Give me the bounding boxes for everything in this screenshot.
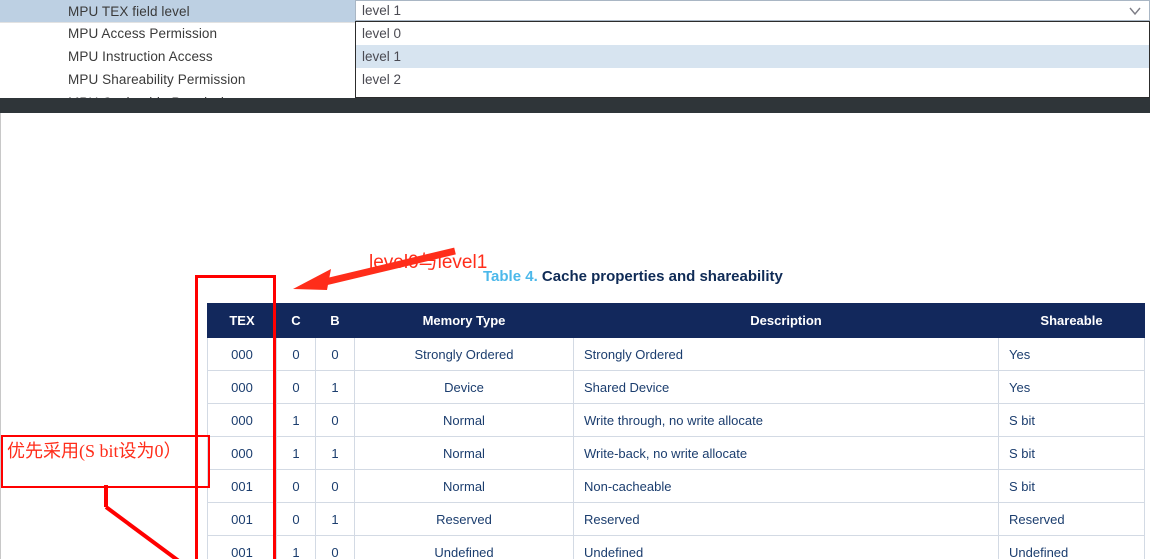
mpu-config-panel: MPU TEX field level MPU Access Permissio… xyxy=(0,0,1150,98)
cell-shareable: S bit xyxy=(998,469,1145,503)
cell-description: Write-back, no write allocate xyxy=(573,436,999,470)
cell-tex: 000 xyxy=(207,370,277,404)
cell-description: Undefined xyxy=(573,535,999,559)
cell-description: Reserved xyxy=(573,502,999,536)
column-header-shareable: Shareable xyxy=(998,303,1145,338)
cell-tex: 001 xyxy=(207,502,277,536)
table-header-row: TEX C B Memory Type Description Shareabl… xyxy=(207,303,1145,338)
cell-tex: 001 xyxy=(207,469,277,503)
cell-tex: 001 xyxy=(207,535,277,559)
cell-description: Shared Device xyxy=(573,370,999,404)
cell-shareable: S bit xyxy=(998,436,1145,470)
cell-c: 1 xyxy=(276,403,316,437)
annotation-left-note-box: 优先采用(S bit设为0） xyxy=(1,435,210,488)
cell-memory-type: Device xyxy=(354,370,574,404)
cell-memory-type: Undefined xyxy=(354,535,574,559)
cell-memory-type: Normal xyxy=(354,436,574,470)
cell-memory-type: Strongly Ordered xyxy=(354,337,574,371)
window-separator-bar xyxy=(0,98,1150,113)
mpu-tex-field-level-dropdown[interactable]: level 0 level 1 level 2 xyxy=(355,21,1150,98)
annotation-arrow-left-icon xyxy=(104,485,180,559)
cell-c: 0 xyxy=(276,502,316,536)
cell-shareable: Yes xyxy=(998,337,1145,371)
dropdown-option-level-2[interactable]: level 2 xyxy=(356,68,1149,91)
column-header-b: B xyxy=(315,303,355,338)
cell-memory-type: Normal xyxy=(354,403,574,437)
table-row: 000 1 0 Normal Write through, no write a… xyxy=(207,403,1145,437)
column-header-memory-type: Memory Type xyxy=(354,303,574,338)
cache-properties-table: TEX C B Memory Type Description Shareabl… xyxy=(207,303,1145,559)
column-header-c: C xyxy=(276,303,316,338)
caption-number: Table 4. xyxy=(483,268,538,285)
column-header-description: Description xyxy=(573,303,999,338)
dropdown-option-level-1[interactable]: level 1 xyxy=(356,45,1149,68)
cell-c: 1 xyxy=(276,436,316,470)
cell-memory-type: Normal xyxy=(354,469,574,503)
document-view: Table 4. Cache properties and shareabili… xyxy=(0,113,1150,559)
cell-b: 1 xyxy=(315,502,355,536)
table-row: 001 1 0 Undefined Undefined Undefined xyxy=(207,535,1145,559)
cell-c: 1 xyxy=(276,535,316,559)
table-row: 001 0 1 Reserved Reserved Reserved xyxy=(207,502,1145,536)
config-label: MPU Shareability Permission xyxy=(68,71,246,87)
annotation-left-note: 优先采用(S bit设为0） xyxy=(7,441,182,461)
annotation-top-note: level0与level1 xyxy=(369,252,488,273)
cell-b: 0 xyxy=(315,337,355,371)
table-caption: Table 4. Cache properties and shareabili… xyxy=(483,268,783,285)
cell-c: 0 xyxy=(276,469,316,503)
cell-shareable: S bit xyxy=(998,403,1145,437)
chevron-down-icon[interactable] xyxy=(1129,6,1141,16)
cell-shareable: Undefined xyxy=(998,535,1145,559)
cell-description: Write through, no write allocate xyxy=(573,403,999,437)
config-label: MPU Instruction Access xyxy=(68,48,213,64)
cell-b: 0 xyxy=(315,535,355,559)
cell-tex: 000 xyxy=(207,436,277,470)
table-row: 001 0 0 Normal Non-cacheable S bit xyxy=(207,469,1145,503)
cell-memory-type: Reserved xyxy=(354,502,574,536)
combobox-value: level 1 xyxy=(362,3,402,18)
cell-b: 1 xyxy=(315,370,355,404)
cell-b: 0 xyxy=(315,469,355,503)
cell-c: 0 xyxy=(276,337,316,371)
cell-c: 0 xyxy=(276,370,316,404)
cell-b: 0 xyxy=(315,403,355,437)
cell-tex: 000 xyxy=(207,403,277,437)
config-label: MPU TEX field level xyxy=(68,3,190,19)
config-label: MPU Access Permission xyxy=(68,25,218,41)
cell-tex: 000 xyxy=(207,337,277,371)
caption-title: Cache properties and shareability xyxy=(541,268,783,285)
cell-shareable: Reserved xyxy=(998,502,1145,536)
cell-shareable: Yes xyxy=(998,370,1145,404)
cell-b: 1 xyxy=(315,436,355,470)
dropdown-option-level-0[interactable]: level 0 xyxy=(356,22,1149,45)
table-row: 000 1 1 Normal Write-back, no write allo… xyxy=(207,436,1145,470)
column-header-tex: TEX xyxy=(207,303,277,338)
mpu-tex-field-level-combobox[interactable]: level 1 xyxy=(355,0,1150,21)
table-row: 000 0 1 Device Shared Device Yes xyxy=(207,370,1145,404)
table-row: 000 0 0 Strongly Ordered Strongly Ordere… xyxy=(207,337,1145,371)
cell-description: Non-cacheable xyxy=(573,469,999,503)
cell-description: Strongly Ordered xyxy=(573,337,999,371)
